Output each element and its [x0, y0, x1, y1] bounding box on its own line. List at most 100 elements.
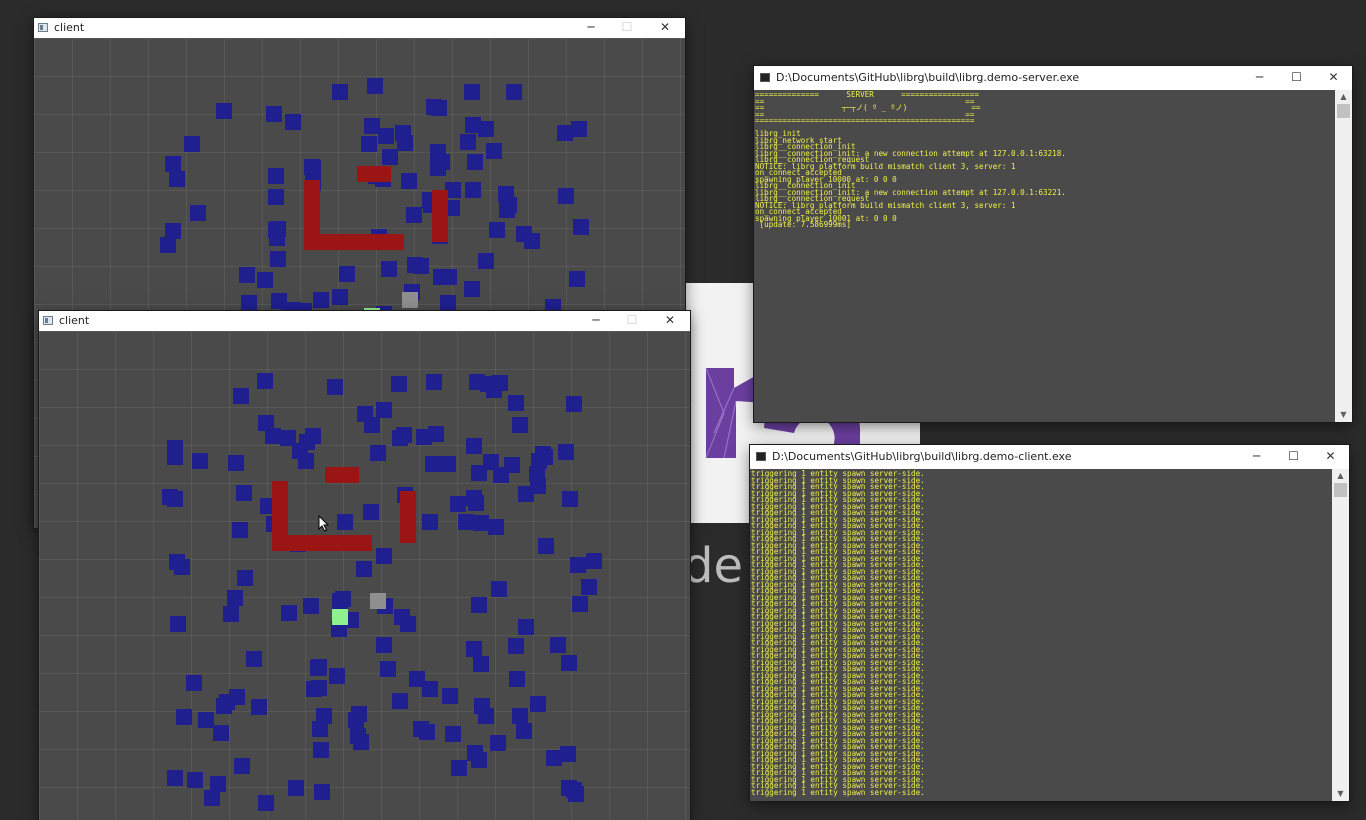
- minimize-button[interactable]: ─: [578, 311, 614, 331]
- entity-square: [268, 222, 284, 238]
- entity-square: [228, 455, 244, 471]
- entity-square: [310, 660, 326, 676]
- entity-square: [464, 281, 480, 297]
- entity-square: [305, 160, 321, 176]
- vertical-scrollbar[interactable]: ▲ ▼: [1332, 469, 1349, 801]
- window-title: client: [54, 21, 85, 34]
- close-button[interactable]: ✕: [652, 311, 688, 331]
- entity-square: [258, 795, 274, 811]
- game-viewport[interactable]: [39, 331, 690, 820]
- maximize-button[interactable]: ☐: [614, 311, 650, 331]
- entity-square: [516, 723, 532, 739]
- window-title: D:\Documents\GitHub\librg\build\librg.de…: [772, 450, 1072, 463]
- entity-square: [380, 661, 396, 677]
- entity-square: [227, 590, 243, 606]
- console-line: [update: 7.586999ms]: [755, 220, 852, 229]
- entity-square: [370, 445, 386, 461]
- entity-square: [332, 289, 348, 305]
- maximize-button[interactable]: ☐: [1278, 66, 1315, 90]
- titlebar[interactable]: D:\Documents\GitHub\librg\build\librg.de…: [750, 445, 1349, 469]
- entity-square: [270, 251, 286, 267]
- entity-square: [490, 735, 506, 751]
- entity-square: [562, 491, 578, 507]
- maximize-button[interactable]: ☐: [609, 18, 645, 38]
- client-window-bottom[interactable]: client ─ ☐ ✕: [39, 311, 690, 820]
- entity-square: [465, 182, 481, 198]
- scroll-thumb[interactable]: [1337, 104, 1350, 118]
- entity-square: [236, 485, 252, 501]
- close-button[interactable]: ✕: [647, 18, 683, 38]
- entity-square: [467, 745, 483, 761]
- window-title: client: [59, 314, 90, 327]
- window-title: D:\Documents\GitHub\librg\build\librg.de…: [776, 71, 1080, 84]
- entity-square: [337, 514, 353, 530]
- console-output[interactable]: triggering 1 entity spawn server-side. tr…: [750, 469, 1332, 801]
- entity-square: [426, 374, 442, 390]
- entity-square: [486, 382, 502, 398]
- entity-square: [312, 721, 328, 737]
- wall: [325, 467, 359, 483]
- entity-square: [165, 156, 181, 172]
- entity-square: [257, 272, 273, 288]
- scroll-thumb[interactable]: [1334, 483, 1347, 497]
- entity-square: [363, 504, 379, 520]
- entity-square: [313, 742, 329, 758]
- entity-square: [288, 780, 304, 796]
- server-console-window[interactable]: D:\Documents\GitHub\librg\build\librg.de…: [754, 66, 1352, 422]
- entity-square: [361, 136, 377, 152]
- entity-square: [488, 519, 504, 535]
- entity-square: [478, 121, 494, 137]
- minimize-button[interactable]: ─: [573, 18, 609, 38]
- game-canvas: [162, 373, 602, 811]
- entity-square: [233, 388, 249, 404]
- entity-square: [234, 758, 250, 774]
- entity-square: [223, 606, 239, 622]
- entity-square: [512, 417, 528, 433]
- scroll-up-icon[interactable]: ▲: [1332, 469, 1349, 483]
- entity-square: [530, 696, 546, 712]
- entity-square: [216, 103, 232, 119]
- scroll-up-icon[interactable]: ▲: [1335, 90, 1352, 104]
- console-output[interactable]: ============== SERVER ================= =…: [754, 90, 1335, 422]
- entity-square: [251, 699, 267, 715]
- entity-square: [560, 746, 576, 762]
- app-icon: [43, 316, 53, 325]
- entity-square: [376, 402, 392, 418]
- entity-square: [281, 605, 297, 621]
- wall: [304, 234, 404, 250]
- close-button[interactable]: ✕: [1315, 66, 1352, 90]
- minimize-button[interactable]: ─: [1238, 445, 1275, 469]
- close-button[interactable]: ✕: [1312, 445, 1349, 469]
- titlebar[interactable]: client ─ ☐ ✕: [34, 18, 685, 38]
- entity-square: [311, 680, 327, 696]
- entity-square: [466, 641, 482, 657]
- entity-square: [204, 790, 220, 806]
- entity-square: [229, 689, 245, 705]
- entity-square: [530, 478, 546, 494]
- minimize-button[interactable]: ─: [1241, 66, 1278, 90]
- wall: [272, 535, 372, 551]
- entity-square: [213, 725, 229, 741]
- entity-square: [493, 467, 509, 483]
- entity-square: [561, 655, 577, 671]
- vertical-scrollbar[interactable]: ▲ ▼: [1335, 90, 1352, 422]
- entity-square: [498, 186, 514, 202]
- scroll-down-icon[interactable]: ▼: [1335, 408, 1352, 422]
- player: [332, 609, 348, 625]
- client-console-window[interactable]: D:\Documents\GitHub\librg\build\librg.de…: [750, 445, 1349, 801]
- mouse-cursor-icon: [318, 515, 330, 532]
- entity-square: [176, 709, 192, 725]
- entity-square: [569, 271, 585, 287]
- entity-square: [246, 651, 262, 667]
- titlebar[interactable]: client ─ ☐ ✕: [39, 311, 690, 331]
- entity-square: [327, 379, 343, 395]
- titlebar[interactable]: D:\Documents\GitHub\librg\build\librg.de…: [754, 66, 1352, 90]
- entity-square: [499, 202, 515, 218]
- maximize-button[interactable]: ☐: [1275, 445, 1312, 469]
- entity-square: [165, 223, 181, 239]
- entity-square: [382, 149, 398, 165]
- entity-square: [394, 609, 410, 625]
- scroll-down-icon[interactable]: ▼: [1332, 787, 1349, 801]
- entity-square: [314, 784, 330, 800]
- entity-square: [357, 406, 373, 422]
